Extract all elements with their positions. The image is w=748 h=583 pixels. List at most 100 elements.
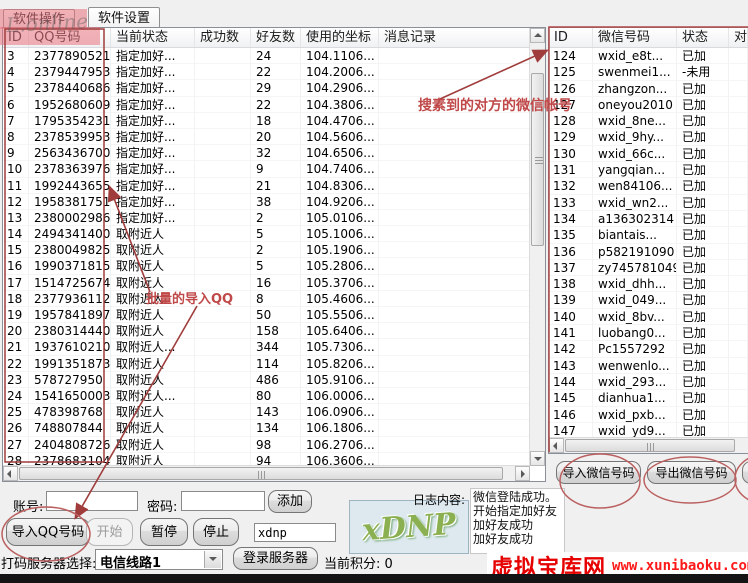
table-row[interactable]: 127 oneyou2010 已加 <box>549 97 748 113</box>
export-wechat-button[interactable]: 导出微信号码 <box>647 461 736 484</box>
table-row[interactable]: 21 1937610210 取附近人... 344 105.7306... <box>3 339 530 355</box>
password-label: 密码: <box>147 496 177 515</box>
server-line-dropdown[interactable]: 电信线路1 <box>95 549 223 570</box>
col-success-count[interactable]: 成功数 <box>195 28 251 47</box>
table-row[interactable]: 6 1952680609 指定加好... 22 104.3806... <box>3 97 530 113</box>
table-row[interactable]: 22 1991351873 取附近人 114 105.8206... <box>3 356 530 372</box>
col-friend-count[interactable]: 好友数 <box>251 28 301 47</box>
log-content: 微信登陆成功。 开始指定加好友 加好友成功 加好友成功 <box>470 488 565 554</box>
table-row[interactable]: 140 wxid_8bv... 已加 <box>549 309 748 325</box>
table-row[interactable]: 3 2377890521 指定加好... 24 104.1106... <box>3 48 530 64</box>
wechat-table: ID 微信号码 状态 对 124 wxid_e8t... 已加 125 swen… <box>548 27 748 454</box>
hscroll-thumb[interactable] <box>19 467 503 480</box>
clipped-button[interactable] <box>742 461 748 484</box>
dropdown-value: 电信线路1 <box>100 552 161 571</box>
table-row[interactable]: 14 2494341400 取附近人 5 105.1006... <box>3 226 530 242</box>
table-row[interactable]: 17 1514725674 取附近人 16 105.3706... <box>3 275 530 291</box>
table-row[interactable]: 23 578727950 取附近人 486 105.9106... <box>3 372 530 388</box>
wechat-table-horizontal-scrollbar[interactable] <box>549 437 748 453</box>
table-row[interactable]: 10 2378363976 指定加好... 9 104.7406... <box>3 161 530 177</box>
col-id[interactable]: ID <box>549 28 593 47</box>
table-row[interactable]: 134 a136302314 已加 <box>549 211 748 227</box>
table-row[interactable]: 12 1958381751 指定加好... 38 104.9206... <box>3 194 530 210</box>
table-row[interactable]: 130 wxid_66c... 已加 <box>549 146 748 162</box>
table-row[interactable]: 139 wxid_049... 已加 <box>549 292 748 308</box>
table-row[interactable]: 9 2563436700 指定加好... 32 104.6506... <box>3 145 530 161</box>
col-id[interactable]: ID <box>3 28 29 47</box>
col-qq-number[interactable]: QQ号码 <box>29 28 111 47</box>
table-row[interactable]: 26 748807844 取附近人 134 106.1806... <box>3 420 530 436</box>
table-row[interactable]: 11 1992443655 指定加好... 21 104.8306... <box>3 178 530 194</box>
captcha-text: xDNP <box>361 506 457 547</box>
table-row[interactable]: 16 1990371815 取附近人 5 105.2806... <box>3 258 530 274</box>
table-row[interactable]: 147 wxid_yd9... 已加 <box>549 423 748 438</box>
table-row[interactable]: 27 2404808726 取附近人 98 106.2706... <box>3 437 530 453</box>
account-input[interactable] <box>46 491 138 511</box>
qq-table-horizontal-scrollbar[interactable] <box>3 465 530 481</box>
bottom-black-bar <box>0 574 748 583</box>
scroll-left-button[interactable] <box>3 466 18 481</box>
table-row[interactable]: 18 2377936112 取附近人 8 105.4606... <box>3 291 530 307</box>
table-row[interactable]: 24 1541650003 取附近人... 80 106.0006... <box>3 388 530 404</box>
table-row[interactable]: 136 p582191090 已加 <box>549 244 748 260</box>
table-row[interactable]: 138 wxid_dhh... 已加 <box>549 276 748 292</box>
table-row[interactable]: 145 dianhua1... 已加 <box>549 390 748 406</box>
col-used-coordinate[interactable]: 使用的坐标 <box>301 28 379 47</box>
table-row[interactable]: 13 2380002986 指定加好... 2 105.0106... <box>3 210 530 226</box>
col-partial[interactable]: 对 <box>729 28 748 47</box>
vscroll-thumb[interactable] <box>531 73 544 246</box>
table-row[interactable]: 131 yangqian... 已加 <box>549 162 748 178</box>
table-row[interactable]: 25 478398768 取附近人 143 106.0906... <box>3 404 530 420</box>
col-current-status[interactable]: 当前状态 <box>111 28 195 47</box>
col-status[interactable]: 状态 <box>677 28 729 47</box>
table-row[interactable]: 4 2379447953 指定加好... 22 104.2006... <box>3 64 530 80</box>
table-row[interactable]: 141 luobang0... 已加 <box>549 325 748 341</box>
table-row[interactable]: 146 wxid_pxb... 已加 <box>549 407 748 423</box>
import-wechat-button[interactable]: 导入微信号码 <box>556 461 641 484</box>
table-row[interactable]: 126 zhangzon... 已加 <box>549 81 748 97</box>
add-button[interactable]: 添加 <box>268 490 312 513</box>
col-message-log[interactable]: 消息记录 <box>379 28 545 47</box>
dropdown-arrow-button[interactable] <box>204 551 221 568</box>
scroll-up-button[interactable] <box>530 28 545 43</box>
table-row[interactable]: 20 2380314440 取附近人 158 105.6406... <box>3 323 530 339</box>
start-button[interactable]: 开始 <box>86 518 133 546</box>
table-row[interactable]: 8 2378539953 指定加好... 20 104.5606... <box>3 129 530 145</box>
qq-table-vertical-scrollbar[interactable] <box>529 28 545 466</box>
scroll-right-button[interactable] <box>515 466 530 481</box>
table-row[interactable]: 133 wxid_wn2... 已加 <box>549 195 748 211</box>
table-row[interactable]: 129 wxid_9hy... 已加 <box>549 129 748 145</box>
qq-table-body: 3 2377890521 指定加好... 24 104.1106... 4 23… <box>3 48 530 466</box>
arrow-up-icon <box>534 33 542 37</box>
table-row[interactable]: 28 2378683104 取附近人 94 106.3606... <box>3 453 530 466</box>
import-qq-button[interactable]: 导入QQ号码 <box>6 518 90 546</box>
login-server-button[interactable]: 登录服务器 <box>233 547 318 570</box>
hscroll-thumb[interactable] <box>565 439 735 452</box>
table-row[interactable]: 19 1957841897 取附近人 50 105.5506... <box>3 307 530 323</box>
stop-button[interactable]: 停止 <box>193 518 239 546</box>
table-row[interactable]: 137 zy745781049 已加 <box>549 260 748 276</box>
table-row[interactable]: 132 wen84106... 已加 <box>549 178 748 194</box>
table-row[interactable]: 128 wxid_8ne... 已加 <box>549 113 748 129</box>
table-row[interactable]: 15 2380049825 取附近人 2 105.1906... <box>3 242 530 258</box>
table-row[interactable]: 124 wxid_e8t... 已加 <box>549 48 748 64</box>
captcha-server-label: 打码服务器选择: <box>1 553 96 572</box>
wechat-table-header: ID 微信号码 状态 对 <box>549 28 748 48</box>
table-row[interactable]: 7 1795354231 指定加好... 18 104.4706... <box>3 113 530 129</box>
scroll-down-button[interactable] <box>530 451 545 466</box>
table-row[interactable]: 142 Pc1557292 已加 <box>549 341 748 357</box>
captcha-image: xDNP <box>349 500 469 554</box>
password-input[interactable] <box>181 491 265 511</box>
table-row[interactable]: 135 biantais... 已加 <box>549 227 748 243</box>
arrow-right-icon <box>521 470 525 478</box>
table-row[interactable]: 143 wenwenlo... 已加 <box>549 358 748 374</box>
table-row[interactable]: 5 2378440686 指定加好... 29 104.2906... <box>3 80 530 96</box>
scroll-left-button[interactable] <box>549 438 564 453</box>
col-wechat-number[interactable]: 微信号码 <box>593 28 677 47</box>
captcha-code-input[interactable] <box>254 523 336 542</box>
table-row[interactable]: 144 wxid_293... 已加 <box>549 374 748 390</box>
thumb-grip <box>647 443 655 451</box>
chevron-down-icon <box>209 557 217 561</box>
pause-button[interactable]: 暂停 <box>140 518 188 546</box>
table-row[interactable]: 125 swenmei1... -未用 <box>549 64 748 80</box>
